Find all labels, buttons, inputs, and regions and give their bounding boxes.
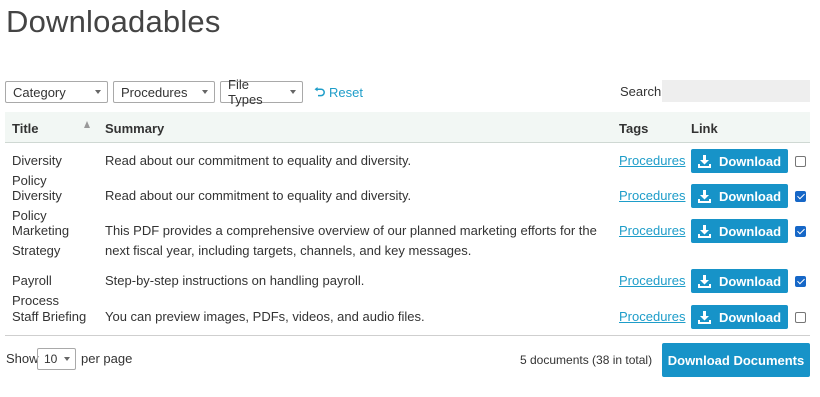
row-select-checkbox[interactable] xyxy=(795,226,806,237)
filter-bar: Category Procedures File Types Reset xyxy=(5,77,363,107)
chevron-down-icon xyxy=(95,90,101,94)
per-page-value: 10 xyxy=(44,352,58,366)
download-icon xyxy=(697,224,711,238)
document-count: 5 documents (38 in total) xyxy=(520,353,653,367)
row-tag-link[interactable]: Procedures xyxy=(619,271,685,291)
column-header-title[interactable]: Title xyxy=(12,121,39,136)
row-select-checkbox[interactable] xyxy=(795,191,806,202)
download-button-label: Download xyxy=(718,188,782,204)
chevron-down-icon xyxy=(202,90,208,94)
download-button[interactable]: Download xyxy=(691,184,788,208)
per-page-label: per page xyxy=(81,351,133,366)
download-icon xyxy=(697,189,711,203)
row-tag-link[interactable]: Procedures xyxy=(619,186,685,206)
row-tag-link[interactable]: Procedures xyxy=(619,151,685,171)
download-button-label: Download xyxy=(718,273,782,289)
row-select-checkbox[interactable] xyxy=(795,312,806,323)
column-header-link: Link xyxy=(691,121,718,136)
download-documents-label: Download Documents xyxy=(667,352,805,368)
row-title: Marketing Strategy xyxy=(12,223,70,258)
reset-link[interactable]: Reset xyxy=(314,85,363,100)
download-button[interactable]: Download xyxy=(691,269,788,293)
row-select-checkbox[interactable] xyxy=(795,156,806,167)
row-title: Diversity Policy xyxy=(12,153,62,188)
chevron-down-icon xyxy=(290,90,296,94)
download-button-label: Download xyxy=(718,153,782,169)
row-tag-link[interactable]: Procedures xyxy=(619,221,685,241)
download-button[interactable]: Download xyxy=(691,149,788,173)
row-title: Payroll Process xyxy=(12,273,59,308)
sort-ascending-icon[interactable] xyxy=(84,121,90,128)
search-input[interactable] xyxy=(662,80,810,102)
download-icon xyxy=(697,310,711,324)
file-types-select[interactable]: File Types xyxy=(220,77,303,107)
row-select-checkbox[interactable] xyxy=(795,276,806,287)
row-summary: Read about our commitment to equality an… xyxy=(105,188,412,203)
download-icon xyxy=(697,274,711,288)
search-label: Search: xyxy=(620,84,665,99)
download-documents-button[interactable]: Download Documents xyxy=(662,343,810,377)
row-summary: You can preview images, PDFs, videos, an… xyxy=(105,309,425,324)
procedures-select-label: Procedures xyxy=(121,84,188,100)
row-summary: This PDF provides a comprehensive overvi… xyxy=(105,223,597,258)
show-label: Show xyxy=(6,351,39,366)
chevron-down-icon xyxy=(64,357,70,361)
procedures-select[interactable]: Procedures xyxy=(113,81,215,103)
download-button[interactable]: Download xyxy=(691,219,788,243)
undo-arrow-icon xyxy=(314,87,325,97)
table-header: Title Summary Tags Link xyxy=(5,112,810,143)
table-bottom-divider xyxy=(5,335,810,336)
category-select-label: Category xyxy=(13,84,66,100)
page-title: Downloadables xyxy=(6,4,221,39)
row-title: Diversity Policy xyxy=(12,188,62,223)
row-title: Staff Briefing xyxy=(12,309,87,324)
file-types-select-label: File Types xyxy=(228,77,263,107)
download-icon xyxy=(697,154,711,168)
download-button-label: Download xyxy=(718,223,782,239)
download-button-label: Download xyxy=(718,309,782,325)
download-button[interactable]: Download xyxy=(691,305,788,329)
row-summary: Step-by-step instructions on handling pa… xyxy=(105,273,365,288)
column-header-summary[interactable]: Summary xyxy=(105,121,164,136)
row-tag-link[interactable]: Procedures xyxy=(619,307,685,327)
category-select[interactable]: Category xyxy=(5,81,108,103)
row-summary: Read about our commitment to equality an… xyxy=(105,153,412,168)
column-header-tags[interactable]: Tags xyxy=(619,121,648,136)
per-page-select[interactable]: 10 xyxy=(37,348,76,370)
reset-label: Reset xyxy=(329,84,363,100)
